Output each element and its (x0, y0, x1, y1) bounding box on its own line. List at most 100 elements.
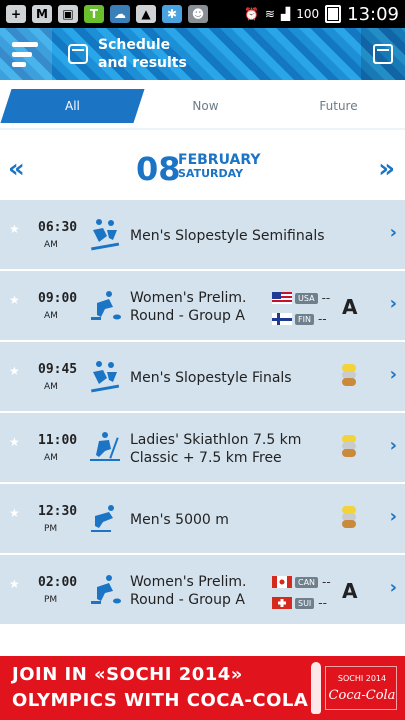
photo-icon: ▣ (58, 5, 78, 23)
event-name: Men's Slopestyle Semifinals (130, 228, 325, 244)
chevron-right-icon: › (389, 435, 397, 456)
filter-tabs: All Now Future (0, 88, 405, 124)
list-item[interactable]: ★ 02:00 PM Women's Prelim. Round - Group… (0, 555, 405, 626)
group-label: A (342, 579, 358, 603)
event-time: 02:00 (38, 575, 78, 590)
star-icon[interactable]: ★ (9, 293, 20, 307)
event-time: 06:30 (38, 220, 78, 235)
ad-line2: OLYMPICS WITH COCA-COLA (12, 690, 309, 711)
team-row: CAN -- (272, 573, 332, 591)
android-icon: ☻ (188, 5, 208, 23)
list-item[interactable]: ★ 06:30 AM Men's Slopestyle Semifinals › (0, 200, 405, 271)
chevron-right-icon: › (389, 506, 397, 527)
team-score: -- (322, 575, 331, 589)
star-icon[interactable]: ★ (9, 435, 20, 449)
star-icon[interactable]: ★ (9, 222, 20, 236)
ad-line1: JOIN IN «SOCHI 2014» (12, 664, 243, 685)
page-title: Schedule and results (98, 36, 187, 72)
event-ampm: PM (44, 524, 58, 534)
chevron-right-icon: › (389, 364, 397, 385)
status-bar: + M ▣ T ☁ ▲ ✱ ☻ ⏰ ≋ ▟ 100 13:09 (0, 0, 405, 28)
next-day-button[interactable]: » (378, 154, 395, 184)
bottle-icon (311, 662, 321, 714)
list-item[interactable]: ★ 11:00 AM Ladies' Skiathlon 7.5 km Clas… (0, 413, 405, 484)
coca-cola-logo: SOCHI 2014 Coca-Cola (325, 666, 397, 710)
event-ampm: PM (44, 595, 58, 605)
wifi-icon: ≋ (264, 7, 275, 21)
svg-text:SOCHI 2014: SOCHI 2014 (338, 674, 386, 683)
image-icon: ▲ (136, 5, 156, 23)
calendar-select-icon (373, 44, 393, 64)
speed-skating-icon (87, 500, 123, 536)
star-icon[interactable]: ★ (9, 577, 20, 591)
divider (0, 128, 405, 130)
team-code: CAN (295, 576, 319, 588)
signal-icon: ▟ (280, 7, 291, 21)
list-item[interactable]: ★ 09:45 AM Men's Slopestyle Finals › (0, 342, 405, 413)
battery-level: 100 (296, 7, 320, 21)
tab-all[interactable]: All (0, 89, 145, 123)
chevron-right-icon: › (389, 222, 397, 243)
event-ampm: AM (44, 311, 58, 321)
alarm-icon: ⏰ (243, 7, 259, 21)
list-item[interactable]: ★ 12:30 PM Men's 5000 m › (0, 484, 405, 555)
event-name: Ladies' Skiathlon 7.5 km Classic + 7.5 k… (130, 432, 302, 466)
curling-icon (87, 571, 123, 607)
skiathlon-icon (87, 429, 123, 465)
tab-future[interactable]: Future (272, 89, 405, 123)
event-name: Men's 5000 m (130, 512, 229, 528)
chevron-right-icon: › (389, 293, 397, 314)
add-icon: + (6, 5, 26, 23)
star-icon[interactable]: ★ (9, 506, 20, 520)
svg-text:Coca-Cola: Coca-Cola (329, 688, 396, 703)
team-score: -- (318, 596, 327, 610)
medal-icon (342, 364, 356, 386)
menu-button[interactable] (0, 28, 52, 80)
event-time: 09:45 (38, 362, 78, 377)
status-right: ⏰ ≋ ▟ 100 13:09 (244, 4, 399, 25)
tab-now[interactable]: Now (139, 89, 272, 123)
event-name: Men's Slopestyle Finals (130, 370, 292, 386)
switzerland-flag-icon (272, 597, 292, 609)
team-row: FIN -- (272, 310, 332, 328)
battery-icon (325, 5, 342, 23)
medal-icon (342, 435, 356, 457)
menu-icon (12, 41, 38, 47)
cloud-icon: ☁ (110, 5, 130, 23)
finland-flag-icon (272, 313, 292, 325)
teams: USA -- FIN -- (272, 289, 332, 331)
clock: 13:09 (347, 3, 399, 25)
list-item[interactable]: ★ 09:00 AM Women's Prelim. Round - Group… (0, 271, 405, 342)
calendar-button[interactable] (361, 28, 405, 80)
team-row: USA -- (272, 289, 332, 307)
ad-banner[interactable]: JOIN IN «SOCHI 2014» OLYMPICS WITH COCA-… (0, 656, 405, 720)
event-ampm: AM (44, 240, 58, 250)
team-score: -- (321, 291, 331, 305)
curling-icon (87, 287, 123, 323)
mail-icon: M (32, 5, 52, 23)
notification-icons: + M ▣ T ☁ ▲ ✱ ☻ (6, 5, 208, 23)
app-icon: T (84, 5, 104, 23)
event-ampm: AM (44, 382, 58, 392)
team-code: USA (295, 292, 318, 304)
date-month: FEBRUARY (178, 152, 261, 168)
star-icon[interactable]: ★ (9, 364, 20, 378)
app-header: Schedule and results (0, 28, 405, 80)
snowboard-slopestyle-icon (87, 358, 123, 394)
usa-flag-icon (272, 292, 292, 304)
snowboard-slopestyle-icon (87, 216, 123, 252)
canada-flag-icon (272, 576, 292, 588)
medal-icon (342, 506, 356, 528)
event-time: 12:30 (38, 504, 78, 519)
page-title-line1: Schedule (98, 37, 171, 53)
event-time: 09:00 (38, 291, 78, 306)
date-selector: « 08 FEBRUARY SATURDAY » (0, 140, 405, 196)
app-screen: + M ▣ T ☁ ▲ ✱ ☻ ⏰ ≋ ▟ 100 13:09 Schedule… (0, 0, 405, 720)
previous-day-button[interactable]: « (8, 154, 25, 184)
event-time: 11:00 (38, 433, 78, 448)
sochi-app-icon: ✱ (162, 5, 182, 23)
event-list: ★ 06:30 AM Men's Slopestyle Semifinals ›… (0, 200, 405, 626)
chevron-right-icon: › (389, 577, 397, 598)
teams: CAN -- SUI -- (272, 573, 332, 615)
team-code: SUI (295, 597, 315, 609)
